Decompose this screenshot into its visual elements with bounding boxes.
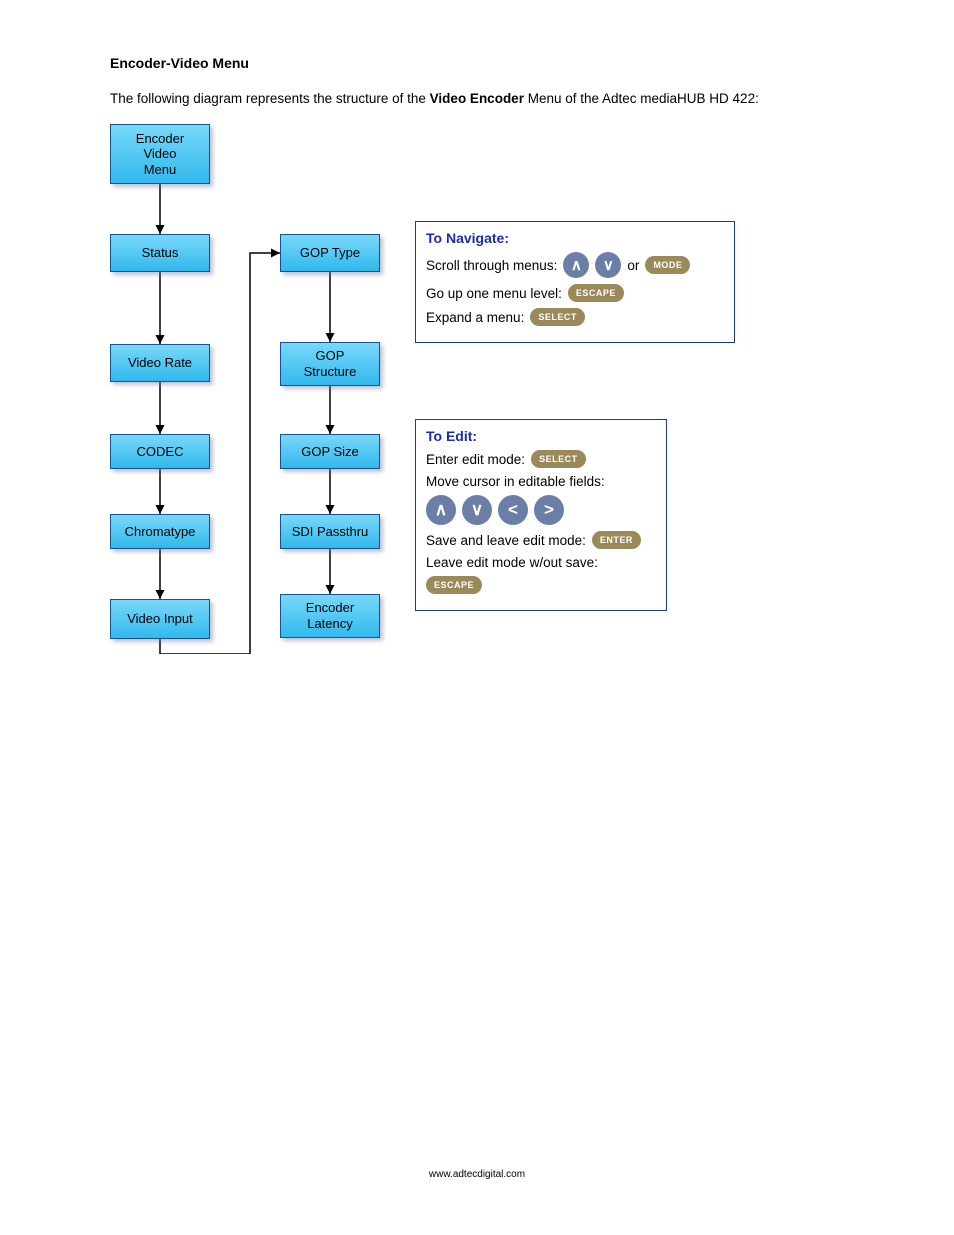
box-gop-size-label: GOP Size (301, 444, 359, 460)
nav-up-text: Go up one menu level: (426, 286, 562, 301)
down-icon: ∨ (595, 252, 621, 278)
nav-line-up: Go up one menu level: ESCAPE (426, 284, 724, 302)
box-encoder-latency-label: EncoderLatency (306, 600, 354, 631)
edit-enter-text: Enter edit mode: (426, 452, 525, 467)
nav-or-text: or (627, 258, 639, 273)
down-icon: ∨ (462, 495, 492, 525)
box-root: EncoderVideoMenu (110, 124, 210, 184)
intro-text: The following diagram represents the str… (110, 91, 844, 106)
page-title: Encoder-Video Menu (110, 55, 844, 71)
intro-bold: Video Encoder (430, 91, 524, 106)
up-icon: ∧ (426, 495, 456, 525)
intro-post: Menu of the Adtec mediaHUB HD 422: (524, 91, 759, 106)
escape-button-icon: ESCAPE (568, 284, 624, 302)
box-gop-structure-label: GOPStructure (304, 348, 357, 379)
box-video-rate-label: Video Rate (128, 355, 192, 371)
panel-navigate-title: To Navigate: (426, 230, 724, 246)
footer-url: www.adtecdigital.com (0, 1169, 954, 1180)
box-status: Status (110, 234, 210, 272)
nav-line-scroll: Scroll through menus: ∧ ∨ or MODE (426, 252, 724, 278)
box-gop-size: GOP Size (280, 434, 380, 469)
edit-cursor-text: Move cursor in editable fields: (426, 474, 605, 489)
panel-edit-title: To Edit: (426, 428, 656, 444)
box-chromatype-label: Chromatype (125, 524, 196, 540)
edit-line-cursor-buttons: ∧ ∨ < > (426, 495, 656, 525)
edit-line-enter: Enter edit mode: SELECT (426, 450, 656, 468)
box-video-input: Video Input (110, 599, 210, 639)
left-icon: < (498, 495, 528, 525)
panel-edit: To Edit: Enter edit mode: SELECT Move cu… (415, 419, 667, 611)
page: Encoder-Video Menu The following diagram… (0, 0, 954, 1235)
select-button-icon: SELECT (530, 308, 585, 326)
nav-line-expand: Expand a menu: SELECT (426, 308, 724, 326)
box-chromatype: Chromatype (110, 514, 210, 549)
up-icon: ∧ (563, 252, 589, 278)
escape-button-icon: ESCAPE (426, 576, 482, 594)
box-root-label: EncoderVideoMenu (136, 131, 184, 178)
box-video-input-label: Video Input (127, 611, 193, 627)
edit-line-save: Save and leave edit mode: ENTER (426, 531, 656, 549)
enter-button-icon: ENTER (592, 531, 641, 549)
diagram: EncoderVideoMenu Status Video Rate CODEC… (110, 124, 750, 654)
edit-save-text: Save and leave edit mode: (426, 533, 586, 548)
nav-expand-text: Expand a menu: (426, 310, 524, 325)
nav-scroll-text: Scroll through menus: (426, 258, 557, 273)
panel-navigate: To Navigate: Scroll through menus: ∧ ∨ o… (415, 221, 735, 343)
box-status-label: Status (142, 245, 179, 261)
mode-button-icon: MODE (645, 256, 690, 274)
box-sdi-passthru-label: SDI Passthru (292, 524, 369, 540)
edit-leave-text: Leave edit mode w/out save: (426, 555, 598, 570)
select-button-icon: SELECT (531, 450, 586, 468)
box-gop-type-label: GOP Type (300, 245, 360, 261)
box-encoder-latency: EncoderLatency (280, 594, 380, 638)
box-gop-type: GOP Type (280, 234, 380, 272)
right-icon: > (534, 495, 564, 525)
edit-line-leave: Leave edit mode w/out save: ESCAPE (426, 555, 656, 594)
box-codec-label: CODEC (137, 444, 184, 460)
intro-pre: The following diagram represents the str… (110, 91, 430, 106)
box-gop-structure: GOPStructure (280, 342, 380, 386)
box-video-rate: Video Rate (110, 344, 210, 382)
box-codec: CODEC (110, 434, 210, 469)
edit-line-cursor-text: Move cursor in editable fields: (426, 474, 656, 489)
box-sdi-passthru: SDI Passthru (280, 514, 380, 549)
